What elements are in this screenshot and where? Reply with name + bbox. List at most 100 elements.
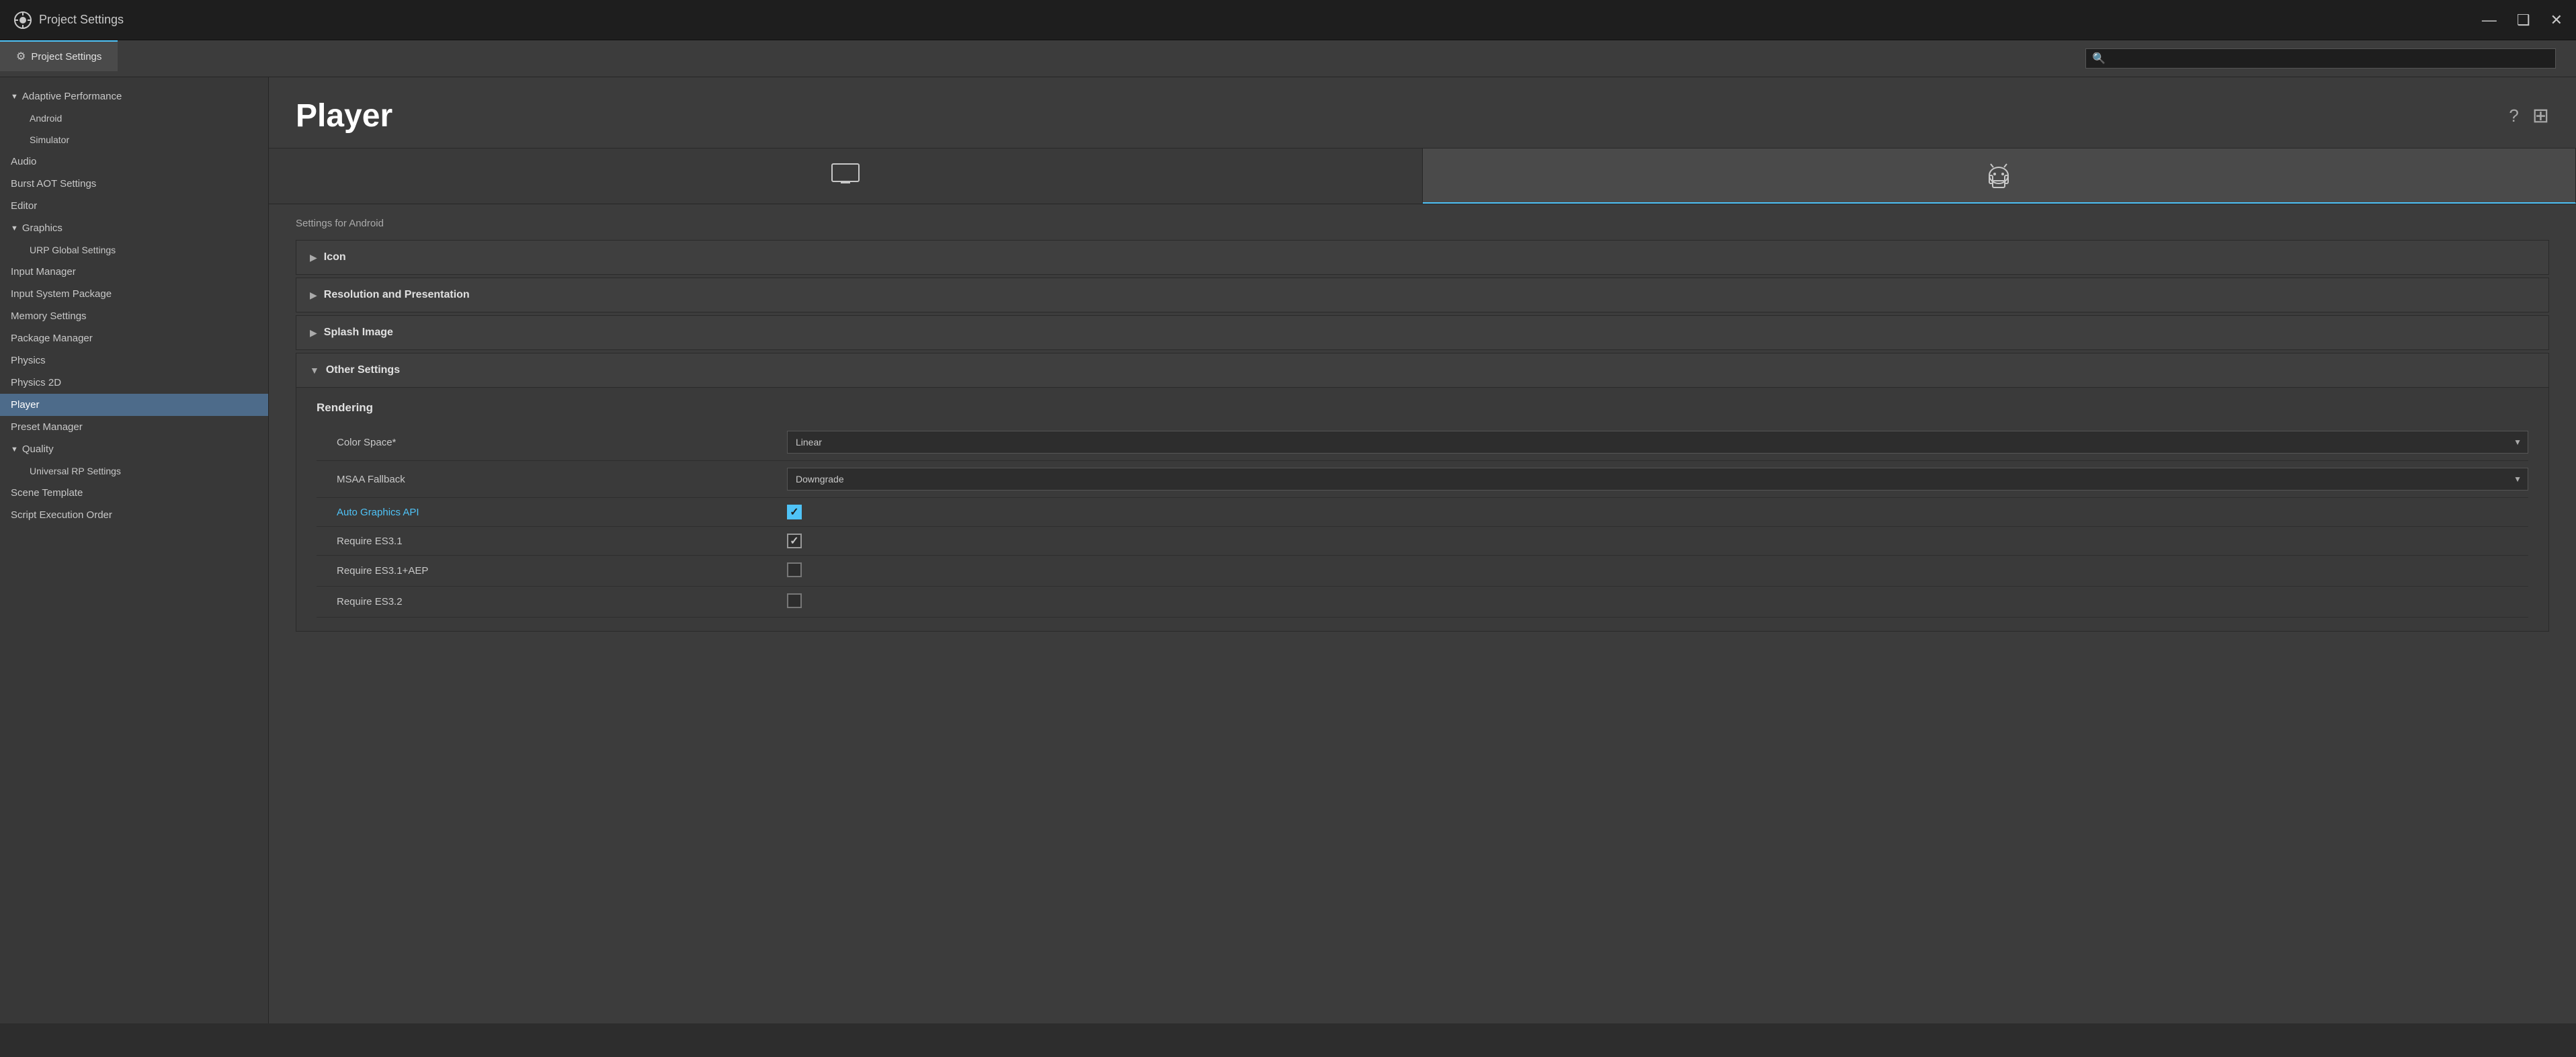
page-title: Player bbox=[296, 97, 392, 134]
arrow-down-icon: ▼ bbox=[11, 446, 18, 454]
section-arrow-icon: ▶ bbox=[310, 252, 317, 263]
sidebar-label: Package Manager bbox=[11, 333, 93, 344]
require-es32-value bbox=[787, 593, 2528, 610]
section-icon-title: Icon bbox=[324, 251, 346, 263]
sidebar-item-player[interactable]: Player bbox=[0, 394, 268, 416]
require-es32-row: Require ES3.2 bbox=[317, 587, 2528, 618]
section-resolution-header[interactable]: ▶ Resolution and Presentation bbox=[296, 278, 2548, 312]
header-icons: ? ⊞ bbox=[2509, 104, 2549, 128]
require-es31-label: Require ES3.1 bbox=[317, 536, 787, 547]
color-space-dropdown-wrapper: Linear Gamma ▼ bbox=[787, 431, 2528, 454]
sidebar-item-graphics[interactable]: ▼ Graphics bbox=[0, 217, 268, 239]
require-es31-aep-row: Require ES3.1+AEP bbox=[317, 556, 2528, 587]
title-bar: Project Settings — ❑ ✕ bbox=[0, 0, 2576, 40]
sidebar-item-universal-rp[interactable]: Universal RP Settings bbox=[0, 460, 268, 482]
auto-graphics-api-label[interactable]: Auto Graphics API bbox=[317, 507, 787, 518]
sidebar-item-input-system[interactable]: Input System Package bbox=[0, 283, 268, 305]
sidebar-item-urp-global[interactable]: URP Global Settings bbox=[0, 239, 268, 261]
search-icon: 🔍 bbox=[2092, 52, 2106, 65]
section-splash-title: Splash Image bbox=[324, 327, 393, 339]
sidebar-label: Input System Package bbox=[11, 288, 112, 300]
desktop-icon bbox=[829, 163, 862, 189]
section-icon: ▶ Icon bbox=[296, 240, 2549, 275]
sidebar-item-simulator[interactable]: Simulator bbox=[0, 129, 268, 151]
platform-tab-android[interactable] bbox=[1423, 149, 2576, 204]
section-splash-header[interactable]: ▶ Splash Image bbox=[296, 316, 2548, 349]
sidebar-label: Script Execution Order bbox=[11, 509, 112, 521]
sidebar-item-scene-template[interactable]: Scene Template bbox=[0, 482, 268, 504]
auto-graphics-api-row: Auto Graphics API ✓ bbox=[317, 498, 2528, 527]
window-title: Project Settings bbox=[39, 13, 124, 27]
android-icon bbox=[1985, 161, 2012, 190]
sidebar-item-android[interactable]: Android bbox=[0, 108, 268, 129]
platform-tabs bbox=[269, 149, 2576, 204]
sidebar-item-burst-aot[interactable]: Burst AOT Settings bbox=[0, 173, 268, 195]
maximize-button[interactable]: ❑ bbox=[2517, 13, 2530, 28]
search-container: 🔍 bbox=[2085, 48, 2556, 69]
sidebar-item-physics2d[interactable]: Physics 2D bbox=[0, 372, 268, 394]
sidebar-label: Graphics bbox=[22, 222, 63, 234]
sidebar-item-preset-manager[interactable]: Preset Manager bbox=[0, 416, 268, 438]
sidebar-item-audio[interactable]: Audio bbox=[0, 151, 268, 173]
project-settings-tab[interactable]: ⚙ Project Settings bbox=[0, 40, 118, 71]
app-icon bbox=[13, 11, 32, 30]
sidebar-label: Physics 2D bbox=[11, 377, 61, 388]
section-other-header[interactable]: ▼ Other Settings bbox=[296, 353, 2548, 388]
main-layout: ▼ Adaptive Performance Android Simulator… bbox=[0, 77, 2576, 1023]
require-es32-label: Require ES3.2 bbox=[317, 596, 787, 607]
layout-icon[interactable]: ⊞ bbox=[2532, 104, 2549, 128]
search-input[interactable] bbox=[2085, 48, 2556, 69]
require-es31-row: Require ES3.1 ✓ bbox=[317, 527, 2528, 556]
sidebar: ▼ Adaptive Performance Android Simulator… bbox=[0, 77, 269, 1023]
require-es31-aep-checkbox[interactable] bbox=[787, 562, 802, 577]
auto-graphics-api-checkbox[interactable]: ✓ bbox=[787, 505, 802, 519]
arrow-down-icon: ▼ bbox=[11, 93, 18, 101]
section-icon-header[interactable]: ▶ Icon bbox=[296, 241, 2548, 274]
require-es31-value: ✓ bbox=[787, 534, 2528, 548]
section-other-title: Other Settings bbox=[326, 364, 400, 376]
window-controls: — ❑ ✕ bbox=[2482, 13, 2563, 28]
color-space-dropdown[interactable]: Linear Gamma bbox=[787, 431, 2528, 454]
section-other-settings: ▼ Other Settings Rendering Color Space* … bbox=[296, 353, 2549, 632]
minimize-button[interactable]: — bbox=[2482, 13, 2497, 28]
sidebar-label: Scene Template bbox=[11, 487, 83, 499]
settings-area: Settings for Android ▶ Icon ▶ Resolution… bbox=[269, 204, 2576, 648]
sidebar-label: Player bbox=[11, 399, 40, 411]
sidebar-item-input-manager[interactable]: Input Manager bbox=[0, 261, 268, 283]
checkmark-icon: ✓ bbox=[790, 534, 798, 548]
content-area: Player ? ⊞ bbox=[269, 77, 2576, 1023]
arrow-down-icon: ▼ bbox=[11, 224, 18, 232]
sidebar-item-adaptive-performance[interactable]: ▼ Adaptive Performance bbox=[0, 85, 268, 108]
msaa-fallback-value: Downgrade None ▼ bbox=[787, 468, 2528, 491]
require-es31-checkbox[interactable]: ✓ bbox=[787, 534, 802, 548]
color-space-value: Linear Gamma ▼ bbox=[787, 431, 2528, 454]
sidebar-item-editor[interactable]: Editor bbox=[0, 195, 268, 217]
color-space-row: Color Space* Linear Gamma ▼ bbox=[317, 424, 2528, 461]
sidebar-item-quality[interactable]: ▼ Quality bbox=[0, 438, 268, 460]
section-splash: ▶ Splash Image bbox=[296, 315, 2549, 350]
help-icon[interactable]: ? bbox=[2509, 105, 2518, 126]
sidebar-label: Editor bbox=[11, 200, 37, 212]
sidebar-item-script-execution[interactable]: Script Execution Order bbox=[0, 504, 268, 526]
sidebar-item-physics[interactable]: Physics bbox=[0, 349, 268, 372]
require-es31-aep-value bbox=[787, 562, 2528, 579]
platform-tab-desktop[interactable] bbox=[269, 149, 1423, 204]
sidebar-item-memory-settings[interactable]: Memory Settings bbox=[0, 305, 268, 327]
auto-graphics-api-value: ✓ bbox=[787, 505, 2528, 519]
sidebar-item-package-manager[interactable]: Package Manager bbox=[0, 327, 268, 349]
tab-icon: ⚙ bbox=[16, 50, 26, 63]
sidebar-label: Audio bbox=[11, 156, 36, 167]
color-space-label: Color Space* bbox=[317, 437, 787, 448]
other-settings-content: Rendering Color Space* Linear Gamma ▼ bbox=[296, 388, 2548, 631]
sidebar-label: URP Global Settings bbox=[30, 245, 116, 255]
close-button[interactable]: ✕ bbox=[2550, 13, 2563, 28]
sidebar-label: Input Manager bbox=[11, 266, 76, 278]
section-arrow-down-icon: ▼ bbox=[310, 365, 319, 376]
content-header: Player ? ⊞ bbox=[269, 77, 2576, 149]
title-bar-left: Project Settings bbox=[13, 11, 124, 30]
require-es32-checkbox[interactable] bbox=[787, 593, 802, 608]
msaa-fallback-dropdown[interactable]: Downgrade None bbox=[787, 468, 2528, 491]
rendering-subtitle: Rendering bbox=[317, 401, 2528, 415]
section-arrow-icon: ▶ bbox=[310, 290, 317, 301]
section-resolution-title: Resolution and Presentation bbox=[324, 289, 470, 301]
